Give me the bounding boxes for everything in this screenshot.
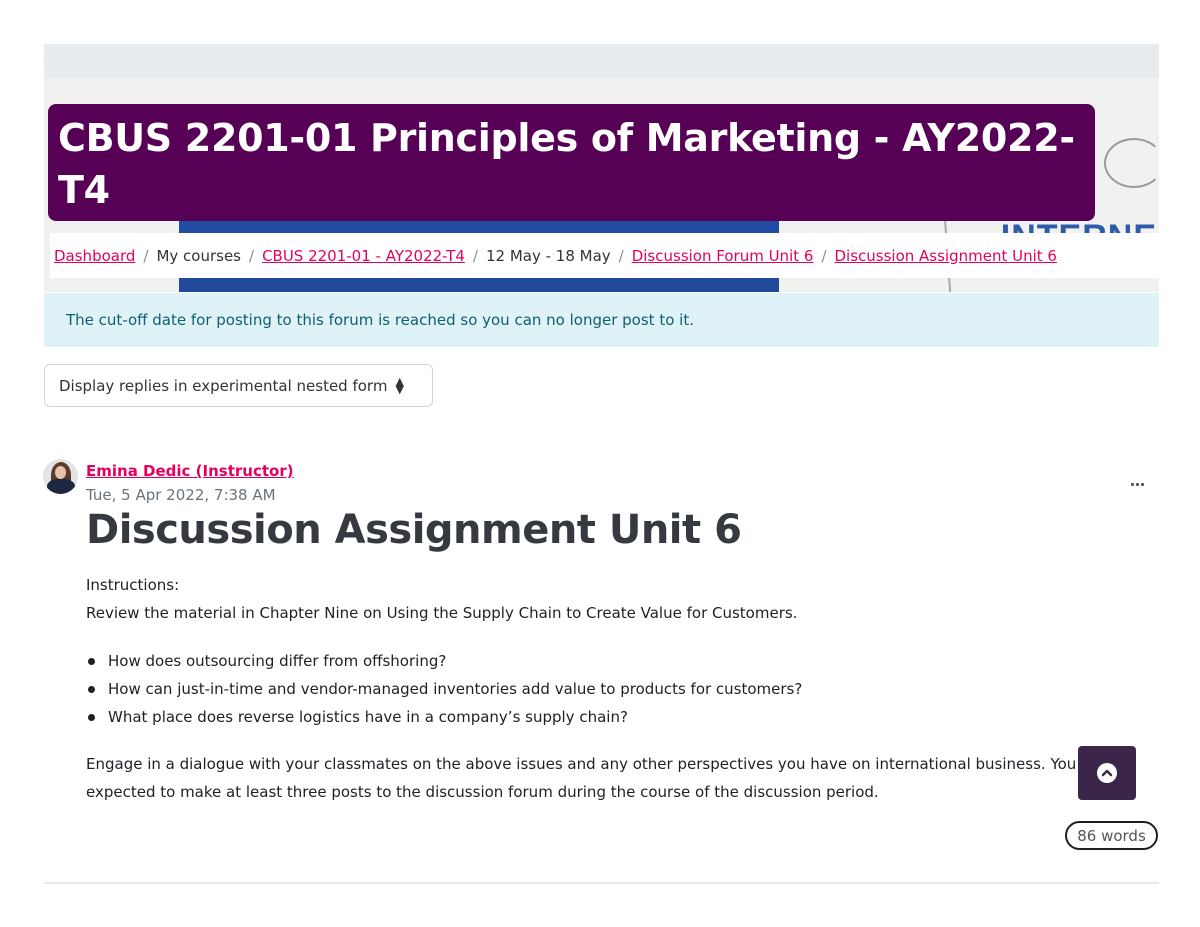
author-avatar[interactable]	[43, 459, 78, 494]
engage-text: Engage in a dialogue with your classmate…	[86, 755, 1106, 801]
instructions-label: Instructions:	[86, 576, 180, 594]
list-item: How does outsourcing differ from offshor…	[86, 647, 1156, 675]
list-item: How can just-in-time and vendor-managed …	[86, 675, 1156, 703]
display-mode-value: Display replies in experimental nested f…	[59, 376, 388, 395]
post-divider	[44, 882, 1159, 884]
breadcrumb-separator: /	[472, 246, 478, 265]
page: INTERNE CBUS 2201-01 Principles of Marke…	[0, 0, 1200, 927]
breadcrumb-dashboard[interactable]: Dashboard	[54, 247, 135, 265]
cutoff-alert: The cut-off date for posting to this for…	[44, 293, 1159, 347]
post-title: Discussion Assignment Unit 6	[86, 507, 742, 553]
back-to-top-button[interactable]	[1078, 746, 1136, 800]
breadcrumb-separator: /	[143, 246, 149, 265]
course-title: CBUS 2201-01 Principles of Marketing - A…	[58, 116, 1075, 212]
more-dots-icon	[1130, 482, 1134, 486]
word-count-badge: 86 words	[1065, 821, 1158, 850]
alert-message: The cut-off date for posting to this for…	[66, 311, 694, 329]
course-title-box: CBUS 2201-01 Principles of Marketing - A…	[48, 104, 1095, 221]
question-list: How does outsourcing differ from offshor…	[86, 647, 1156, 731]
post-body: Instructions: Review the material in Cha…	[86, 571, 1156, 806]
breadcrumb-course[interactable]: CBUS 2201-01 - AY2022-T4	[262, 247, 465, 265]
breadcrumb-separator: /	[249, 246, 255, 265]
breadcrumb-separator: /	[618, 246, 624, 265]
breadcrumb-separator: /	[821, 246, 827, 265]
display-mode-select[interactable]: Display replies in experimental nested f…	[44, 364, 433, 407]
post-actions-menu[interactable]	[1126, 477, 1148, 491]
chevron-up-icon	[1097, 763, 1117, 783]
sort-caret-icon: ▲ ▼	[395, 374, 404, 396]
breadcrumb-week: 12 May - 18 May	[485, 246, 611, 265]
post-intro: Review the material in Chapter Nine on U…	[86, 604, 798, 622]
list-item: What place does reverse logistics have i…	[86, 703, 1156, 731]
breadcrumb-discussion[interactable]: Discussion Assignment Unit 6	[835, 247, 1057, 265]
post-date: Tue, 5 Apr 2022, 7:38 AM	[86, 486, 276, 504]
breadcrumb: Dashboard / My courses / CBUS 2201-01 - …	[50, 233, 1159, 278]
breadcrumb-forum[interactable]: Discussion Forum Unit 6	[632, 247, 814, 265]
author-link[interactable]: Emina Dedic (Instructor)	[86, 462, 294, 480]
breadcrumb-my-courses: My courses	[156, 246, 241, 265]
